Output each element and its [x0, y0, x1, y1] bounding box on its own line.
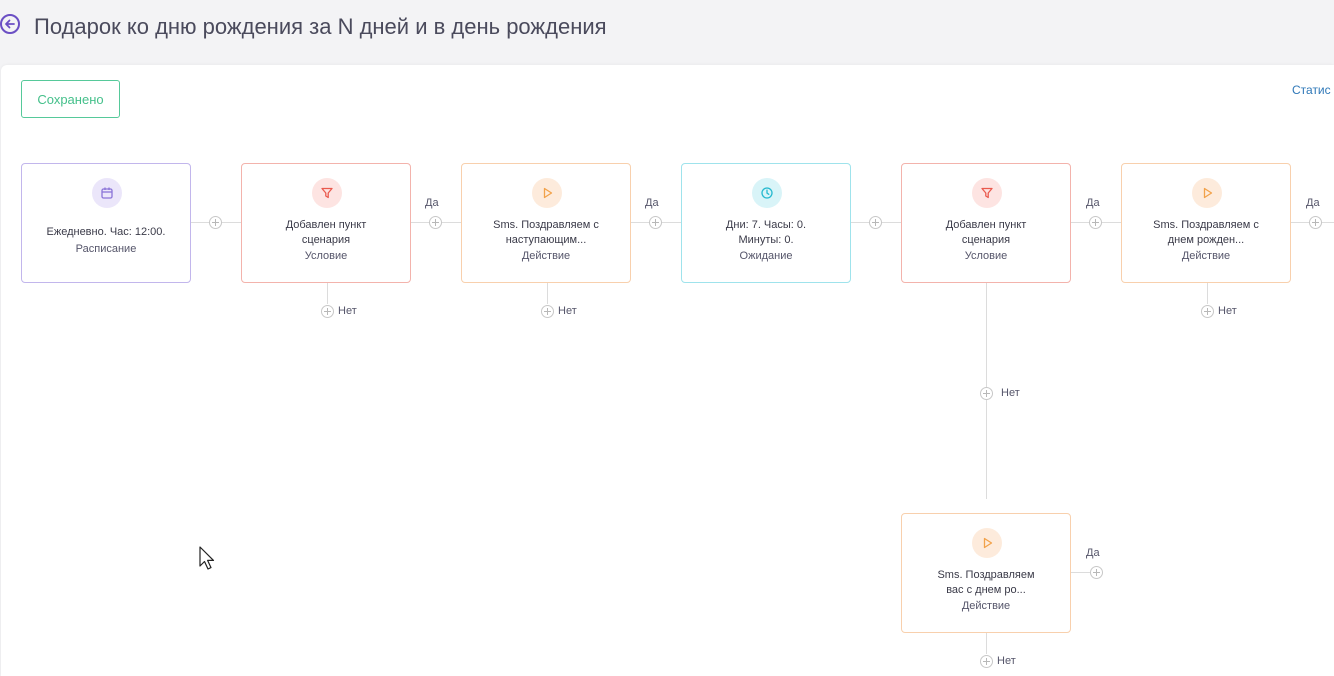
add-step-button[interactable] — [209, 216, 222, 229]
yes-label: Да — [1086, 547, 1100, 559]
add-step-button[interactable] — [321, 305, 334, 318]
node-text: Дни: 7. Часы: 0. Минуты: 0. — [725, 219, 807, 246]
back-button[interactable] — [0, 14, 20, 34]
node-text: Добавлен пункт сценария — [945, 219, 1027, 246]
node-type: Действие — [961, 600, 1011, 612]
add-step-button[interactable] — [1201, 305, 1214, 318]
add-step-button[interactable] — [980, 655, 993, 668]
add-step-button[interactable] — [1309, 216, 1322, 229]
add-step-button[interactable] — [429, 216, 442, 229]
add-step-button[interactable] — [649, 216, 662, 229]
action-node[interactable]: Sms. Поздравляем с днем рожден... Действ… — [1121, 163, 1291, 283]
page-header: Подарок ко дню рождения за N дней и в де… — [0, 0, 1334, 58]
play-icon — [532, 178, 562, 208]
statistics-link[interactable]: Статис — [1292, 83, 1331, 97]
arrow-left-icon — [5, 19, 15, 29]
saved-button[interactable]: Сохранено — [21, 80, 120, 118]
calendar-icon — [92, 178, 122, 208]
no-label: Нет — [558, 305, 577, 317]
node-type: Условие — [964, 250, 1008, 262]
connector-line — [1207, 283, 1208, 304]
add-step-button[interactable] — [980, 387, 993, 400]
add-step-button[interactable] — [869, 216, 882, 229]
action-node[interactable]: Sms. Поздравляем вас с днем ро... Действ… — [901, 513, 1071, 633]
filter-icon — [972, 178, 1002, 208]
node-type: Действие — [1181, 250, 1231, 262]
node-type: Расписание — [75, 243, 137, 255]
add-step-button[interactable] — [541, 305, 554, 318]
filter-icon — [312, 178, 342, 208]
yes-label: Да — [645, 197, 659, 209]
yes-label: Да — [1086, 197, 1100, 209]
condition-node[interactable]: Добавлен пункт сценария Условие — [901, 163, 1071, 283]
node-text: Ежедневно. Час: 12:00. — [46, 226, 166, 238]
yes-label: Да — [425, 197, 439, 209]
node-type: Ожидание — [739, 250, 793, 262]
connector-line — [986, 633, 987, 654]
node-text: Добавлен пункт сценария — [285, 219, 367, 246]
node-type: Условие — [304, 250, 348, 262]
no-label: Нет — [338, 305, 357, 317]
clock-icon — [752, 178, 782, 208]
action-node[interactable]: Sms. Поздравляем с наступающим... Действ… — [461, 163, 631, 283]
page-title: Подарок ко дню рождения за N дней и в де… — [34, 14, 607, 39]
wait-node[interactable]: Дни: 7. Часы: 0. Минуты: 0. Ожидание — [681, 163, 851, 283]
workflow-canvas: Сохранено Статис Да Да Да Да Нет Нет Нет… — [1, 65, 1334, 676]
add-step-button[interactable] — [1090, 566, 1103, 579]
condition-node[interactable]: Добавлен пункт сценария Условие — [241, 163, 411, 283]
node-type: Действие — [521, 250, 571, 262]
mouse-cursor-icon — [199, 546, 215, 570]
add-step-button[interactable] — [1089, 216, 1102, 229]
connector-line — [327, 283, 328, 304]
yes-label: Да — [1306, 197, 1320, 209]
node-text: Sms. Поздравляем вас с днем ро... — [937, 569, 1035, 596]
play-icon — [972, 528, 1002, 558]
node-text: Sms. Поздравляем с днем рожден... — [1153, 219, 1259, 246]
node-text: Sms. Поздравляем с наступающим... — [493, 219, 599, 246]
no-label: Нет — [997, 655, 1016, 667]
no-label: Нет — [1218, 305, 1237, 317]
connector-line — [547, 283, 548, 304]
schedule-node[interactable]: Ежедневно. Час: 12:00. Расписание — [21, 163, 191, 283]
play-icon — [1192, 178, 1222, 208]
no-label: Нет — [1001, 387, 1020, 399]
